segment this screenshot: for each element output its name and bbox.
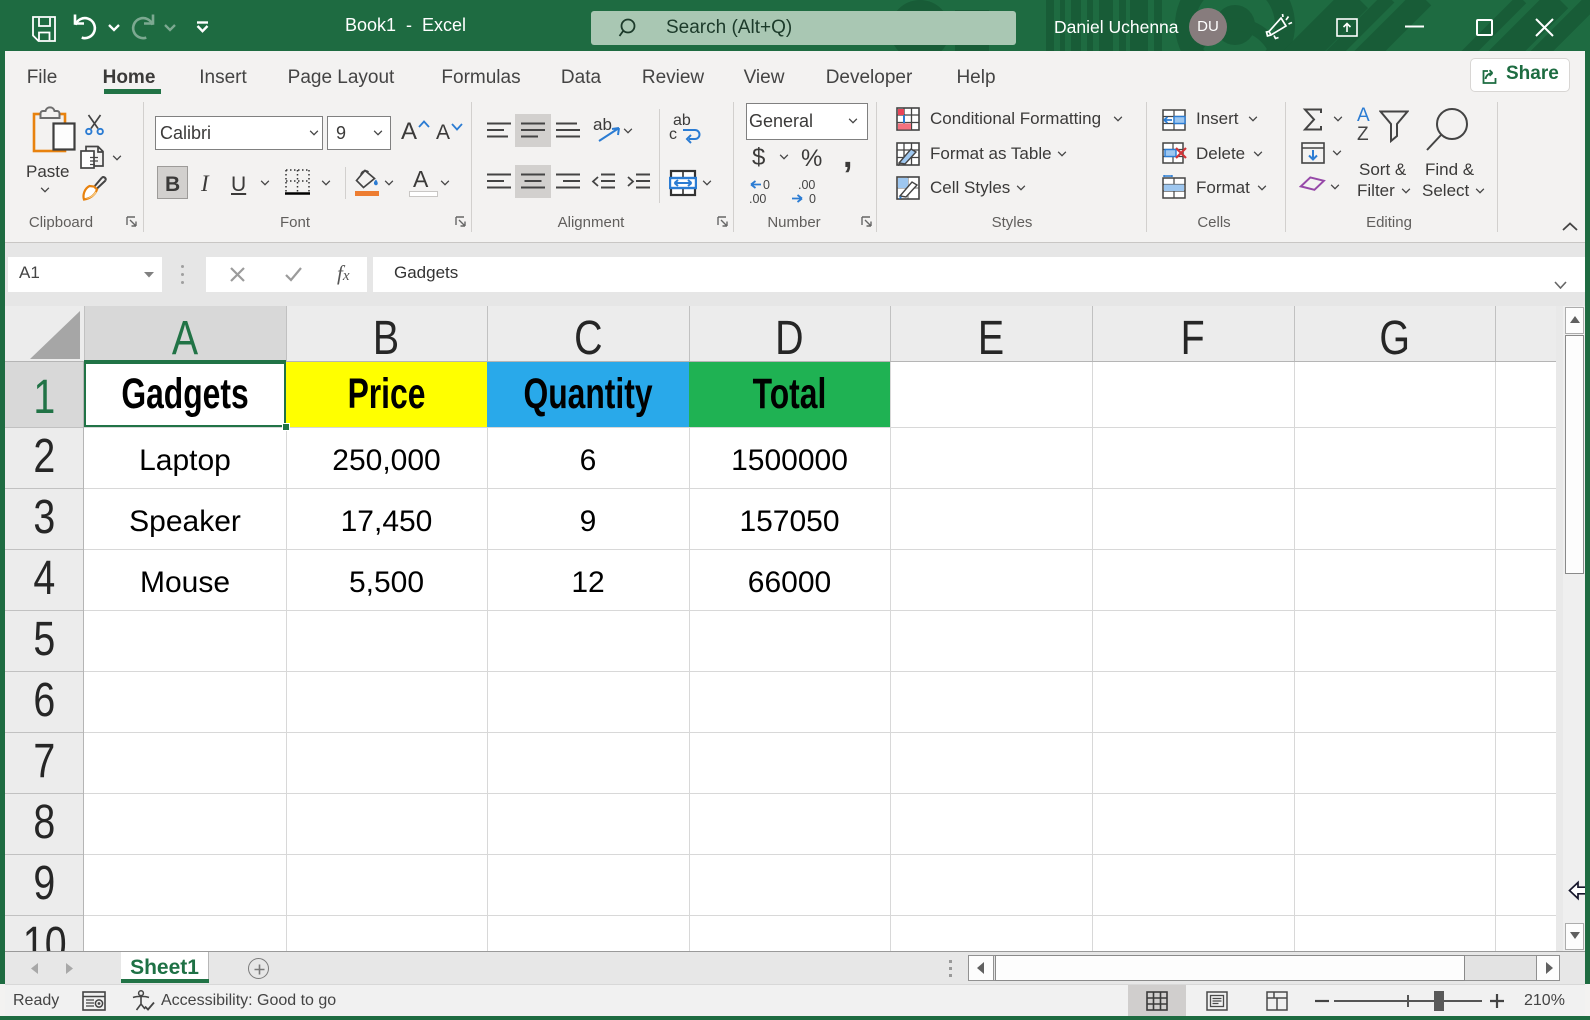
svg-text:.00: .00 [798, 178, 815, 192]
svg-text:.00: .00 [749, 192, 766, 205]
svg-text:0: 0 [763, 178, 770, 192]
svg-text:0: 0 [809, 192, 816, 205]
